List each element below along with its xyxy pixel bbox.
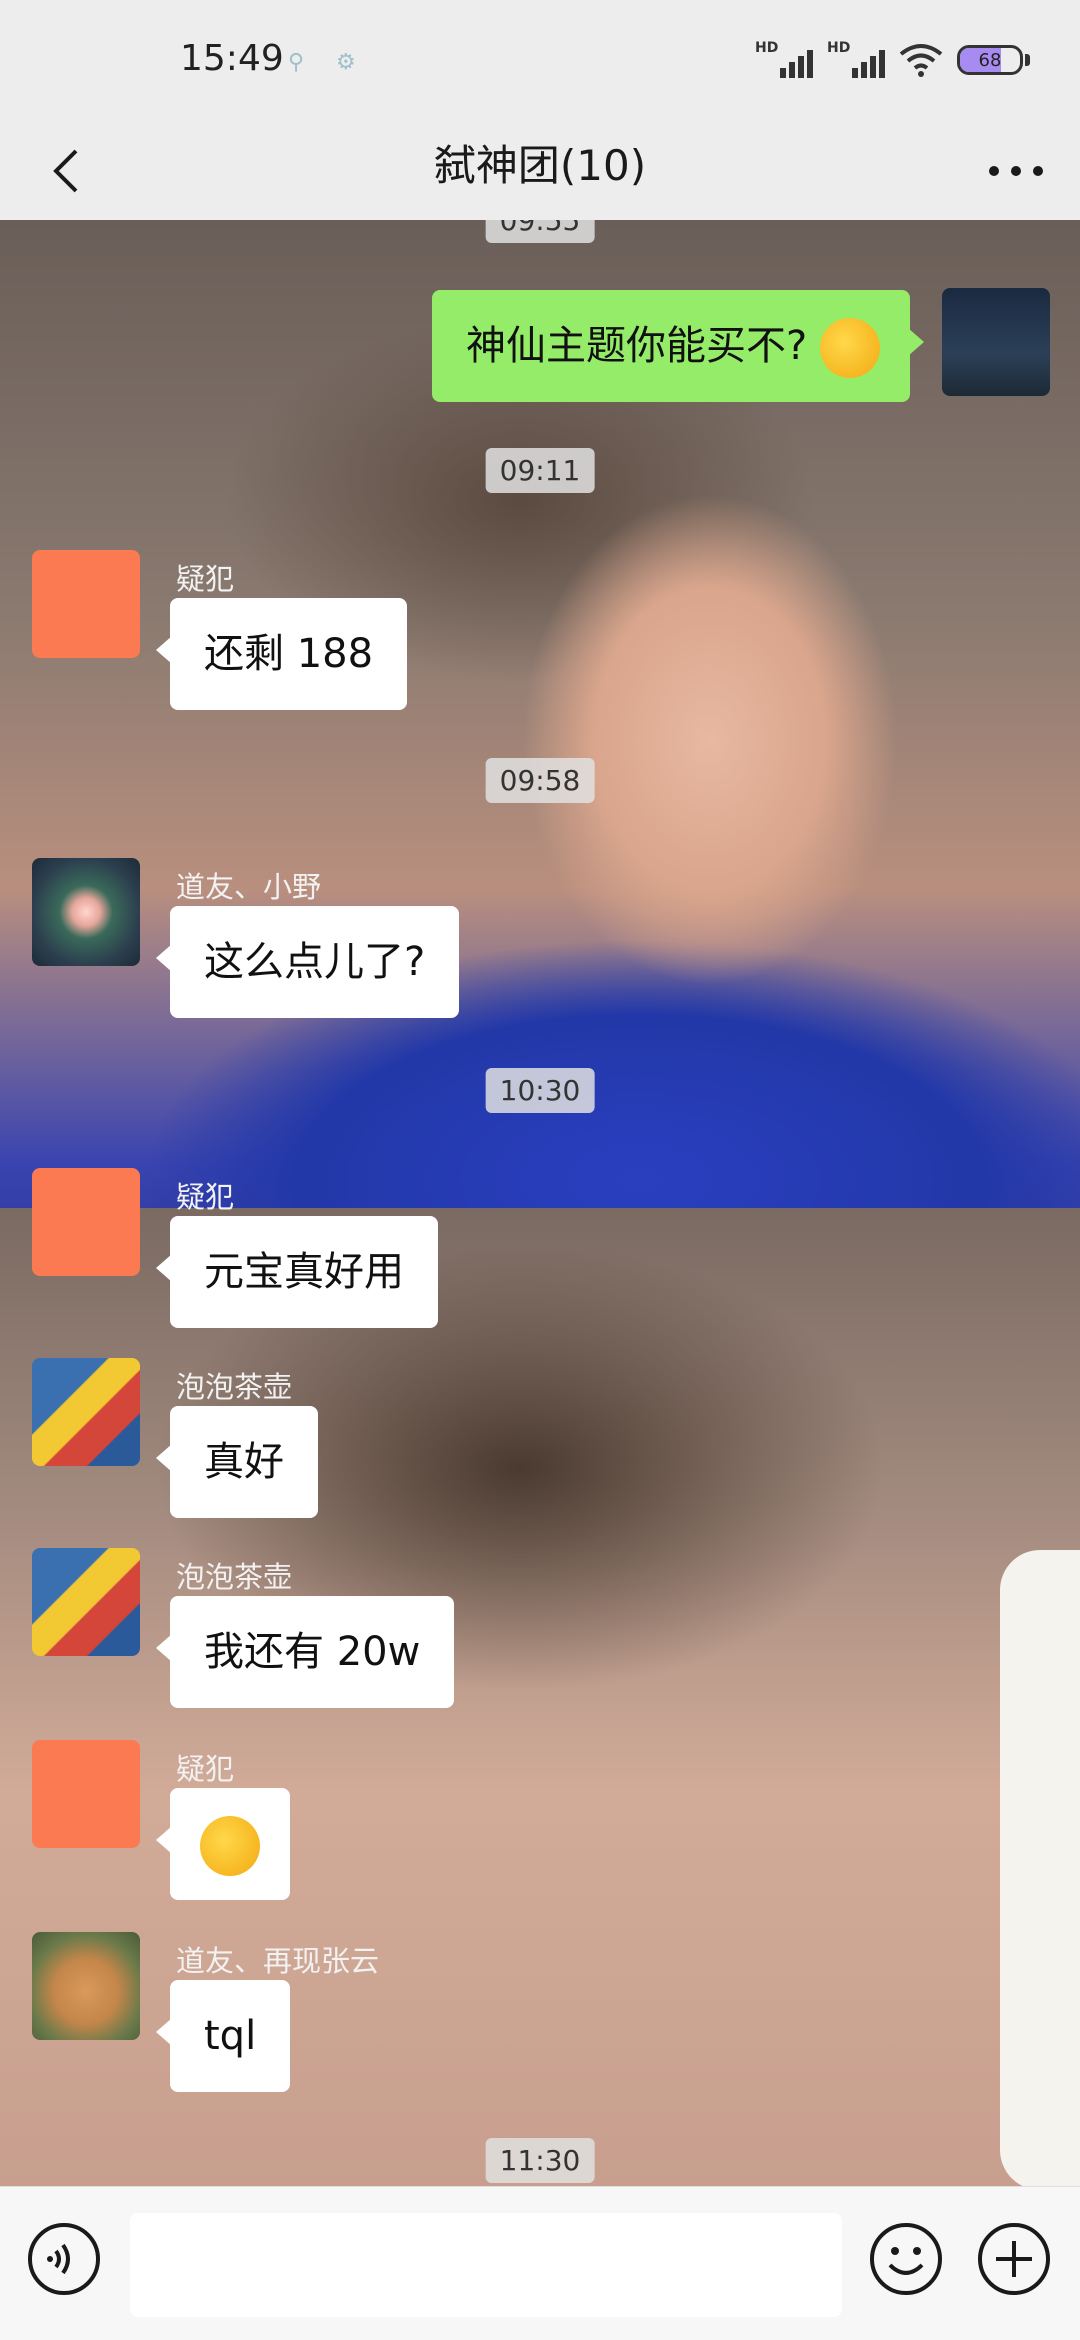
status-icons: HD HD 68 <box>755 40 1030 80</box>
battery-icon: 68 <box>957 45 1023 75</box>
sender-name: 泡泡茶壶 <box>176 1560 293 1594</box>
chat-messages-area[interactable]: 09:55 神仙主题你能买不? 09:11 疑犯 还剩 188 09:58 道友… <box>0 220 1080 2186</box>
message-bubble[interactable]: 元宝真好用 <box>156 1216 438 1328</box>
message-bubble[interactable]: 这么点儿了? <box>155 906 460 1018</box>
cat-emoji-sticker <box>820 318 880 378</box>
sender-avatar[interactable] <box>32 1548 140 1656</box>
cell-signal-icon: HD <box>755 40 813 80</box>
message-timestamp: 09:55 <box>485 220 595 243</box>
sender-name: 疑犯 <box>176 1752 235 1786</box>
battery-level: 68 <box>978 49 1002 71</box>
sender-name: 泡泡茶壶 <box>176 1370 293 1404</box>
more-functions-button[interactable] <box>976 2221 1052 2297</box>
chat-background-image <box>1000 1550 1080 2186</box>
notification-icon: ⚙ <box>336 50 356 75</box>
wifi-icon <box>899 44 943 77</box>
message-bubble[interactable]: 真好 <box>156 1406 318 1518</box>
voice-input-button[interactable] <box>26 2221 102 2297</box>
sender-name: 道友、小野 <box>176 870 322 904</box>
message-timestamp: 10:30 <box>485 1068 595 1113</box>
message-timestamp: 11:30 <box>485 2138 595 2183</box>
cell-signal-icon: HD <box>827 40 885 80</box>
sender-avatar[interactable] <box>32 1740 140 1848</box>
message-bubble[interactable] <box>156 1788 290 1900</box>
message-bubble[interactable]: 我还有 20w <box>155 1596 455 1708</box>
sender-name: 疑犯 <box>176 562 235 596</box>
status-time: 15:49 <box>180 38 284 79</box>
message-timestamp: 09:11 <box>485 448 595 493</box>
my-avatar[interactable] <box>942 288 1050 396</box>
emoji-button[interactable] <box>868 2221 944 2297</box>
sender-avatar[interactable] <box>32 1168 140 1276</box>
sender-avatar[interactable] <box>32 1932 140 2040</box>
more-options-button[interactable] <box>976 136 1056 206</box>
sender-name: 疑犯 <box>176 1180 235 1214</box>
sender-avatar[interactable] <box>32 858 140 966</box>
sender-avatar[interactable] <box>32 1358 140 1466</box>
message-bubble[interactable]: 还剩 188 <box>155 598 408 710</box>
sender-avatar[interactable] <box>32 550 140 658</box>
message-input[interactable] <box>130 2213 842 2317</box>
message-timestamp: 09:58 <box>485 758 595 803</box>
more-dots-icon <box>989 166 1043 176</box>
notification-icon: ⚲ <box>288 50 305 75</box>
status-bar: 15:49 ⚲ ⚙ HD HD 68 <box>0 0 1080 120</box>
my-message-bubble[interactable]: 神仙主题你能买不? <box>432 290 924 402</box>
sender-name: 道友、再现张云 <box>176 1944 380 1978</box>
chat-title: 弑神团(10) <box>433 141 647 190</box>
chat-header: 弑神团(10) <box>0 120 1080 220</box>
message-bubble[interactable]: tql <box>155 1980 291 2092</box>
message-input-bar <box>0 2186 1080 2340</box>
crying-laughing-emoji-icon <box>200 1816 260 1876</box>
battery-cap <box>1025 54 1030 66</box>
